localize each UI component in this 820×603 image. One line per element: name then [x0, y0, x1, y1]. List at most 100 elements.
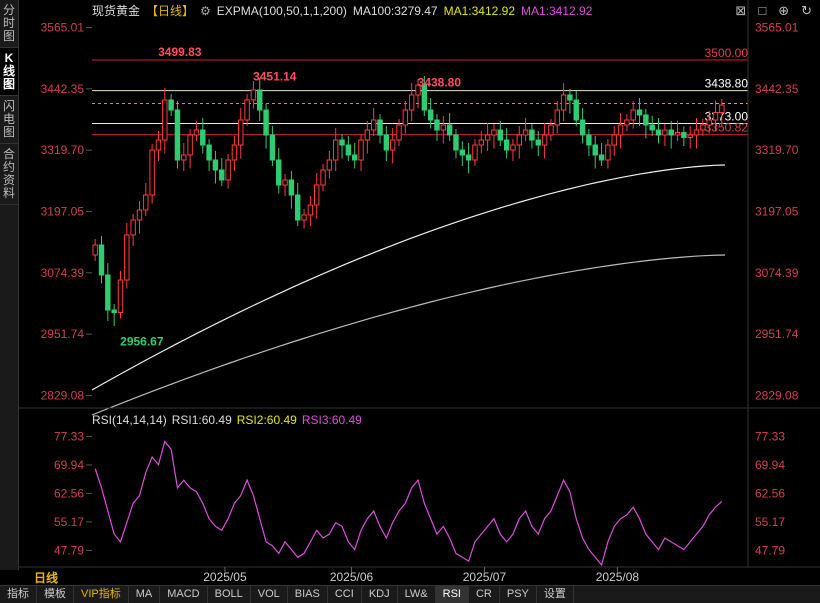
rsi-tick-label-left: 55.17	[54, 515, 84, 529]
price-tick-label-right: 3442.35	[755, 82, 799, 96]
candle-body	[560, 94, 567, 111]
price-tick-label-right: 3197.05	[755, 204, 799, 218]
candle-body	[98, 244, 105, 276]
candle-body	[124, 234, 130, 281]
candle-body	[706, 119, 712, 126]
price-tick-label-left: 3442.35	[41, 82, 85, 96]
candle-body	[535, 139, 541, 146]
candle-body	[339, 139, 345, 146]
candle-body	[554, 109, 560, 126]
candle-body	[503, 139, 510, 151]
candle-body	[465, 154, 472, 161]
indicator-tab-9[interactable]: KDJ	[362, 586, 398, 603]
candle-body	[440, 124, 447, 131]
price-tick-label-left: 3565.01	[41, 20, 85, 34]
price-tick-label-left: 2951.74	[41, 327, 85, 341]
candle-body	[655, 129, 662, 136]
candle-body	[136, 209, 143, 221]
candle-body	[567, 94, 573, 101]
candle-body	[295, 194, 301, 221]
indicator-tab-1[interactable]: 模板	[37, 586, 74, 603]
rsi-tick-label-left: 47.79	[54, 543, 84, 557]
price-tick-label-right: 3319.70	[755, 143, 799, 157]
time-tick-label: 2025/06	[330, 570, 374, 584]
candle-body	[383, 134, 390, 151]
candle-body	[592, 144, 598, 156]
price-annotation: 3499.83	[158, 45, 202, 59]
indicator-tab-5[interactable]: BOLL	[208, 586, 251, 603]
candle-body	[231, 144, 238, 161]
candle-body	[187, 134, 193, 156]
candle-body	[649, 124, 655, 131]
candle-body	[263, 109, 269, 136]
period-footer[interactable]: 日线	[34, 569, 58, 586]
candle-body	[288, 179, 295, 196]
candle-body	[181, 154, 187, 161]
candle-body	[377, 119, 383, 136]
candle-body	[617, 124, 624, 136]
candle-body	[510, 144, 516, 151]
indicator-tab-10[interactable]: LW&	[398, 586, 436, 603]
candle-body	[282, 179, 288, 186]
candle-body	[693, 129, 700, 136]
candle-body	[257, 89, 263, 111]
candle-body	[573, 99, 579, 121]
indicator-tab-3[interactable]: MA	[129, 586, 161, 603]
rsi-tick-label-left: 77.33	[54, 429, 84, 443]
level-label: 3500.00	[705, 46, 749, 60]
candle-body	[212, 159, 219, 171]
candle-body	[681, 132, 687, 138]
candle-body	[168, 99, 174, 111]
price-chart[interactable]: 3500.003438.803373.003350.823499.833451.…	[0, 0, 820, 585]
indicator-tab-0[interactable]: 指标	[0, 586, 37, 603]
indicator-tabs: 指标 模板 VIP指标 MA MACD BOLL VOL BIAS CCI KDJ LW& RSI CR…	[0, 585, 820, 603]
candle-body	[320, 169, 326, 186]
candle-body	[155, 139, 162, 151]
time-tick-label: 2025/05	[203, 570, 247, 584]
candle-body	[453, 134, 459, 151]
candle-body	[687, 134, 693, 138]
candle-body	[668, 129, 674, 136]
candle-body	[370, 119, 377, 131]
indicator-tab-7[interactable]: BIAS	[288, 586, 328, 603]
candle-body	[598, 154, 605, 161]
candle-body	[162, 99, 168, 141]
rsi-line	[94, 440, 723, 567]
candle-body	[307, 204, 314, 216]
candle-body	[643, 114, 649, 126]
price-tick-label-right: 3565.01	[755, 20, 799, 34]
candle-body	[206, 144, 212, 161]
candle-body	[301, 214, 307, 221]
candle-body	[516, 134, 522, 146]
price-tick-label-left: 3197.05	[41, 204, 85, 218]
indicator-tab-6[interactable]: VOL	[251, 586, 288, 603]
candle-body	[636, 109, 643, 116]
candle-body	[193, 129, 200, 136]
indicator-tab-2[interactable]: VIP指标	[74, 586, 129, 603]
candle-body	[459, 149, 466, 156]
candle-body	[611, 134, 617, 146]
time-tick-label: 2025/07	[463, 570, 507, 584]
indicator-tab-8[interactable]: CCI	[328, 586, 362, 603]
indicator-tab-14[interactable]: 设置	[537, 586, 574, 603]
candle-body	[238, 119, 244, 146]
rsi-tick-label-right: 69.94	[755, 458, 785, 472]
indicator-tab-4[interactable]: MACD	[160, 586, 208, 603]
candle-body	[402, 109, 409, 126]
candle-body	[358, 139, 364, 161]
rsi-tick-label-right: 62.56	[755, 486, 785, 500]
candle-body	[105, 274, 111, 311]
price-annotation: 3438.80	[418, 76, 462, 90]
indicator-tab-12[interactable]: CR	[469, 586, 500, 603]
candle-body	[472, 144, 478, 161]
indicator-tab-13[interactable]: PSY	[500, 586, 537, 603]
price-tick-label-right: 2829.08	[755, 388, 799, 402]
candle-body	[446, 124, 453, 136]
price-tick-label-right: 3074.39	[755, 266, 799, 280]
candle-body	[389, 139, 396, 151]
price-tick-label-left: 2829.08	[41, 388, 85, 402]
rsi-tick-label-left: 69.94	[54, 458, 84, 472]
indicator-tab-11[interactable]: RSI	[435, 586, 469, 603]
candle-body	[143, 194, 149, 211]
candle-body	[478, 139, 485, 146]
